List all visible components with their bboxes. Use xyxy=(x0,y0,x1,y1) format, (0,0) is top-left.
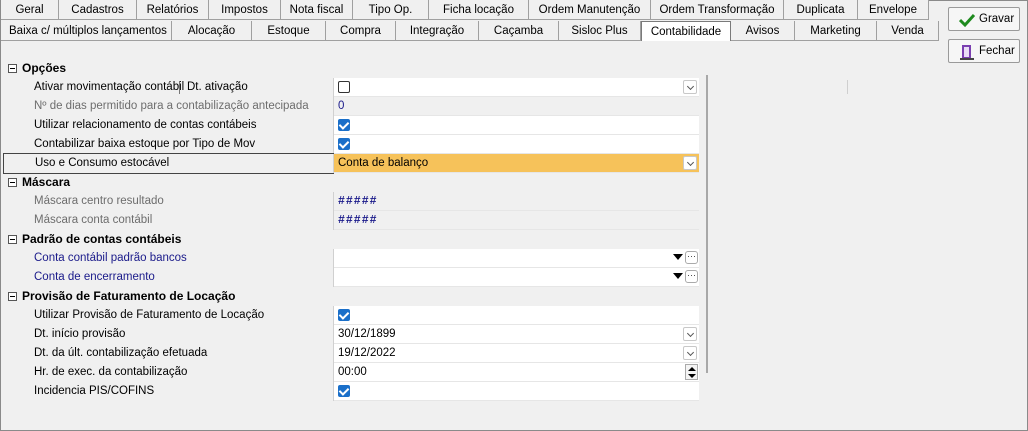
collapse-icon[interactable] xyxy=(8,178,17,187)
category-mascara[interactable]: Máscara xyxy=(3,173,699,192)
dropdown-arrow-icon[interactable] xyxy=(673,273,683,279)
spin-up-icon[interactable] xyxy=(688,367,696,371)
tab-sisloc-plus[interactable]: Sisloc Plus xyxy=(559,21,641,41)
tab-integracao[interactable]: Integração xyxy=(396,21,479,41)
row-dt-inicio[interactable]: Dt. início provisão 30/12/1899 xyxy=(3,325,699,344)
collapse-icon[interactable] xyxy=(8,64,17,73)
row-dias-permitido[interactable]: Nº de dias permitido para a contabilizaç… xyxy=(3,97,699,116)
row-ativar-movimentacao[interactable]: Ativar movimentação contábil Dt. ativaçã… xyxy=(3,78,848,97)
save-button[interactable]: Gravar xyxy=(948,7,1020,31)
utilizar-provisao-checkbox[interactable] xyxy=(338,309,350,321)
dias-value[interactable]: 0 xyxy=(338,100,344,112)
tab-impostos[interactable]: Impostos xyxy=(209,0,281,20)
tab-cadastros[interactable]: Cadastros xyxy=(59,0,137,20)
property-panel: Opções Ativar movimentação contábil Dt. … xyxy=(3,56,938,401)
mascara-centro-value[interactable]: ##### xyxy=(338,195,378,208)
tab-avisos[interactable]: Avisos xyxy=(731,21,795,41)
row-label: Conta de encerramento xyxy=(34,271,155,283)
pis-cofins-checkbox[interactable] xyxy=(338,385,350,397)
row-label: Uso e Consumo estocável xyxy=(35,157,170,169)
row-label: Nº de dias permitido para a contabilizaç… xyxy=(34,100,309,112)
row-label: Utilizar relacionamento de contas contáb… xyxy=(34,119,257,131)
tab-geral[interactable]: Geral xyxy=(1,0,59,20)
category-opcoes[interactable]: Opções xyxy=(3,59,699,78)
row-label: Máscara centro resultado xyxy=(34,195,164,207)
row-label: Ativar movimentação contábil xyxy=(34,81,185,93)
close-button-label: Fechar xyxy=(979,45,1015,57)
tab-ordem-manutencao[interactable]: Ordem Manutenção xyxy=(529,0,651,20)
row-utilizar-provisao[interactable]: Utilizar Provisão de Faturamento de Loca… xyxy=(3,306,699,325)
category-title: Máscara xyxy=(22,175,71,189)
category-title: Opções xyxy=(22,61,67,75)
date-dropdown[interactable] xyxy=(683,346,697,360)
tab-ordem-transformacao[interactable]: Ordem Transformação xyxy=(651,0,784,20)
row-label: Conta contábil padrão bancos xyxy=(34,252,187,264)
row-hr-exec[interactable]: Hr. de exec. da contabilização 00:00 xyxy=(3,363,699,382)
tab-baixa-multiplos[interactable]: Baixa c/ múltiplos lançamentos xyxy=(1,21,172,41)
tab-venda[interactable]: Venda xyxy=(877,21,939,41)
row-label-2: Dt. ativação xyxy=(187,81,248,93)
close-button[interactable]: Fechar xyxy=(948,39,1020,63)
row-pis-cofins[interactable]: Incidencia PIS/COFINS xyxy=(3,382,699,401)
vertical-splitter[interactable] xyxy=(706,75,708,373)
tab-contabilidade[interactable]: Contabilidade xyxy=(641,21,731,41)
uso-consumo-dropdown[interactable] xyxy=(683,156,697,170)
tab-nota-fiscal[interactable]: Nota fiscal xyxy=(281,0,353,20)
tab-marketing[interactable]: Marketing xyxy=(795,21,877,41)
tab-row-top: Geral Cadastros Relatórios Impostos Nota… xyxy=(1,0,929,21)
mascara-conta-value[interactable]: ##### xyxy=(338,214,378,227)
dt-ativacao-dropdown[interactable] xyxy=(683,80,697,94)
dt-ult-value[interactable]: 19/12/2022 xyxy=(338,347,396,359)
category-provisao[interactable]: Provisão de Faturamento de Locação xyxy=(3,287,699,306)
baixa-estoque-checkbox[interactable] xyxy=(338,138,350,150)
collapse-icon[interactable] xyxy=(8,235,17,244)
tab-alocacao[interactable]: Alocação xyxy=(172,21,252,41)
category-title: Provisão de Faturamento de Locação xyxy=(22,289,236,303)
row-mascara-centro[interactable]: Máscara centro resultado ##### xyxy=(3,192,699,211)
tab-compra[interactable]: Compra xyxy=(326,21,396,41)
row-conta-encerramento[interactable]: Conta de encerramento ··· xyxy=(3,268,699,287)
tab-tipo-op[interactable]: Tipo Op. xyxy=(353,0,429,20)
row-baixa-estoque[interactable]: Contabilizar baixa estoque por Tipo de M… xyxy=(3,135,699,154)
check-icon xyxy=(959,13,975,28)
ativar-mov-checkbox[interactable] xyxy=(338,81,350,93)
row-label: Dt. início provisão xyxy=(34,328,126,340)
tab-estoque[interactable]: Estoque xyxy=(252,21,326,41)
save-button-label: Gravar xyxy=(979,13,1015,25)
row-mascara-conta[interactable]: Máscara conta contábil ##### xyxy=(3,211,699,230)
tab-duplicata[interactable]: Duplicata xyxy=(784,0,858,20)
tab-envelope[interactable]: Envelope xyxy=(858,0,929,20)
collapse-icon[interactable] xyxy=(8,292,17,301)
row-label: Dt. da últ. contabilização efetuada xyxy=(34,347,208,359)
ellipsis-icon[interactable]: ··· xyxy=(685,251,698,264)
row-label: Utilizar Provisão de Faturamento de Loca… xyxy=(34,309,265,321)
row-uso-consumo[interactable]: Uso e Consumo estocável Conta de balanço xyxy=(3,153,699,174)
uso-consumo-value: Conta de balanço xyxy=(338,157,429,169)
hr-exec-value[interactable]: 00:00 xyxy=(338,366,367,378)
dt-inicio-value[interactable]: 30/12/1899 xyxy=(338,328,396,340)
category-padrao-contas[interactable]: Padrão de contas contábeis xyxy=(3,230,699,249)
row-label: Contabilizar baixa estoque por Tipo de M… xyxy=(34,138,256,150)
row-label: Incidencia PIS/COFINS xyxy=(34,385,155,397)
time-spinner[interactable] xyxy=(685,364,698,380)
dropdown-arrow-icon[interactable] xyxy=(673,254,683,260)
category-title: Padrão de contas contábeis xyxy=(22,232,182,246)
date-dropdown[interactable] xyxy=(683,327,697,341)
ellipsis-icon[interactable]: ··· xyxy=(685,270,698,283)
tab-cacamba[interactable]: Caçamba xyxy=(479,21,559,41)
row-relac-contas[interactable]: Utilizar relacionamento de contas contáb… xyxy=(3,116,699,135)
tab-relatorios[interactable]: Relatórios xyxy=(137,0,209,20)
row-label: Hr. de exec. da contabilização xyxy=(34,366,188,378)
spin-down-icon[interactable] xyxy=(688,374,696,378)
row-label: Máscara conta contábil xyxy=(34,214,153,226)
tab-row-bottom: Baixa c/ múltiplos lançamentos Alocação … xyxy=(1,21,939,42)
row-conta-bancos[interactable]: Conta contábil padrão bancos ··· xyxy=(3,249,699,268)
relac-contas-checkbox[interactable] xyxy=(338,119,350,131)
exit-door-icon xyxy=(960,45,974,60)
tab-ficha-locacao[interactable]: Ficha locação xyxy=(429,0,529,20)
row-dt-ult[interactable]: Dt. da últ. contabilização efetuada 19/1… xyxy=(3,344,699,363)
